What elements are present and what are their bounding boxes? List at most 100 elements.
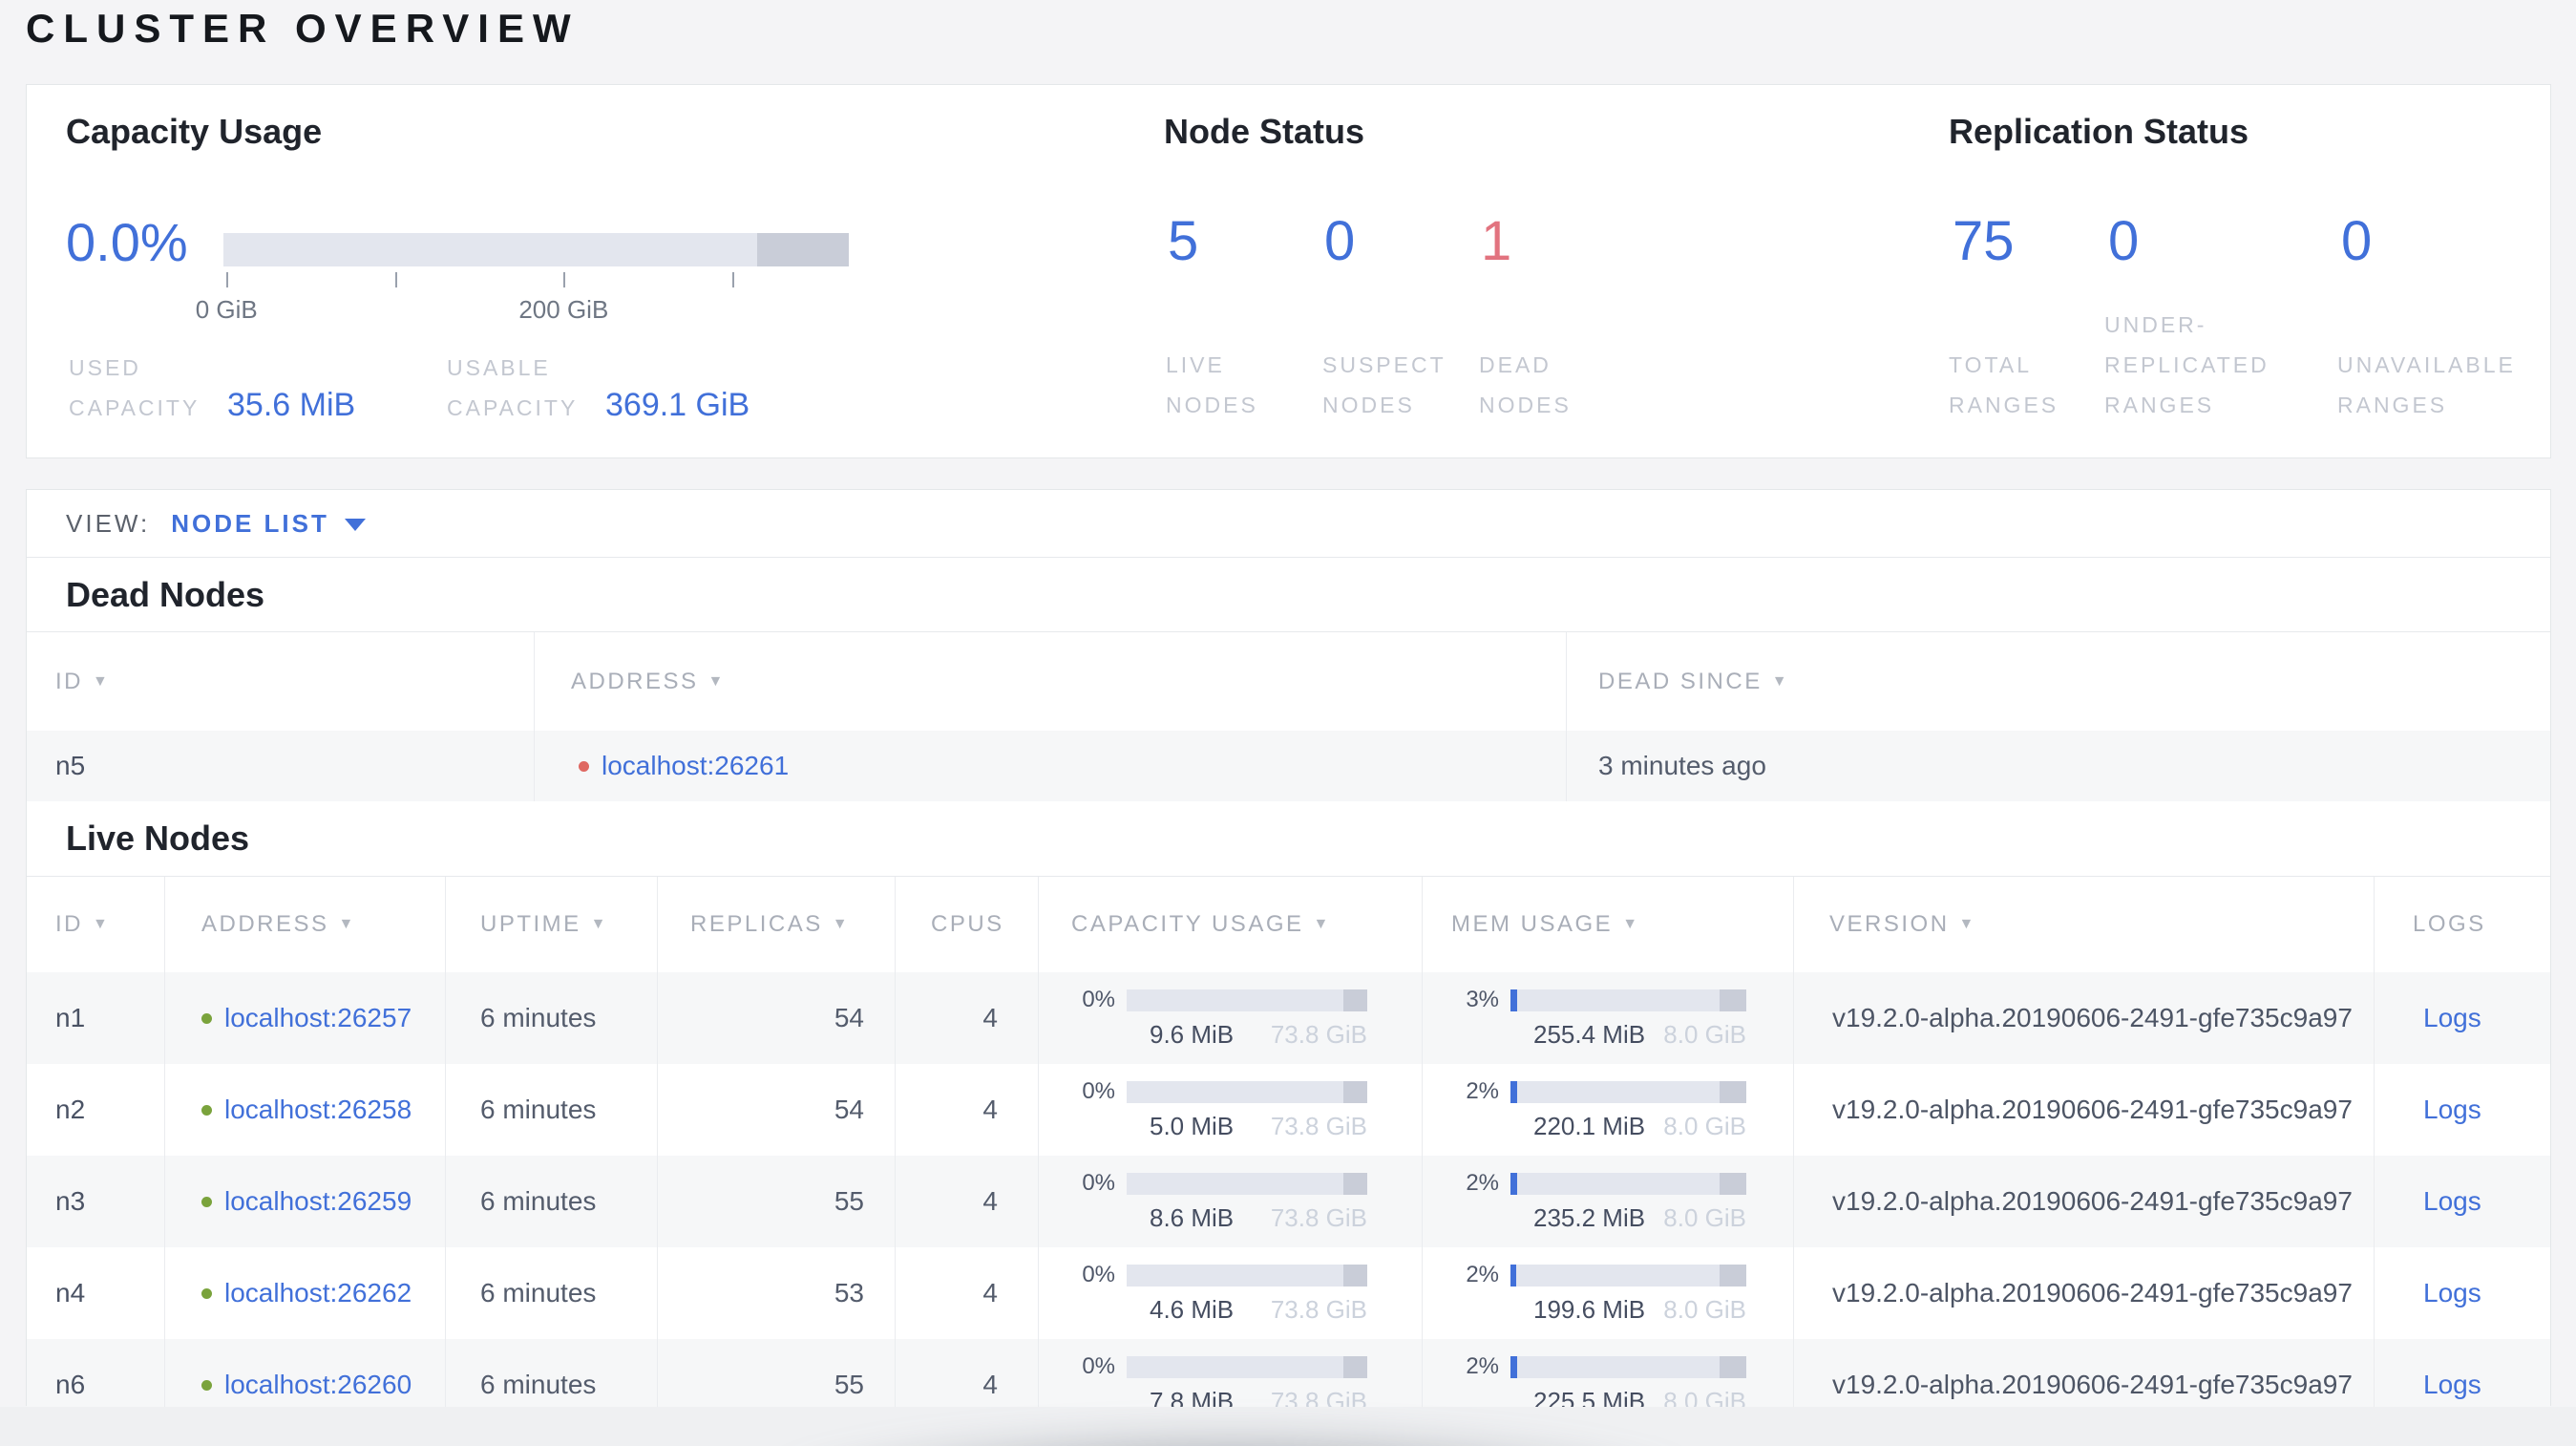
live-node-id: n4 — [27, 1247, 165, 1339]
live-col-version[interactable]: VERSION ▼ — [1794, 877, 2375, 972]
sort-caret-icon: ▼ — [93, 916, 111, 932]
mem-pct: 2% — [1466, 1262, 1499, 1287]
live-nodes-label: LIVE NODES — [1166, 352, 1258, 417]
dead-nodes-label: DEAD NODES — [1479, 352, 1572, 417]
live-node-version: v19.2.0-alpha.20190606-2491-gfe735c9a97 — [1794, 1247, 2375, 1339]
mem-pct: 3% — [1466, 987, 1499, 1012]
used-capacity-stat: USED CAPACITY 35.6 MiB — [69, 355, 355, 428]
capacity-other-segment — [1342, 989, 1367, 1011]
axis-tick — [563, 272, 566, 287]
capacity-used-text: 8.6 MiB — [1150, 1203, 1235, 1232]
live-node-mem-cell: 2% 199.6 MiB 8.0 GiB — [1423, 1247, 1794, 1339]
node-status-labels: LIVE NODES SUSPECT NODES DEAD NODES — [1166, 345, 1636, 425]
capacity-used-text: 9.6 MiB — [1150, 1020, 1235, 1049]
live-node-logs-cell: Logs — [2375, 1064, 2552, 1156]
capacity-total-text: 73.8 GiB — [1270, 1203, 1367, 1232]
live-node-address-link[interactable]: localhost:26258 — [224, 1095, 412, 1125]
page-title: CLUSTER OVERVIEW — [26, 6, 580, 51]
logs-link[interactable]: Logs — [2423, 1278, 2481, 1308]
usable-capacity-stat: USABLE CAPACITY 369.1 GiB — [447, 355, 750, 428]
capacity-cell-bar — [1127, 1172, 1367, 1195]
live-node-address-link[interactable]: localhost:26260 — [224, 1370, 412, 1400]
dead-node-address-link[interactable]: localhost:26261 — [602, 751, 789, 781]
mem-pct: 2% — [1466, 1170, 1499, 1196]
live-col-replicas-label: REPLICAS — [690, 911, 823, 937]
live-node-mem-cell: 2% 220.1 MiB 8.0 GiB — [1423, 1064, 1794, 1156]
axis-tick — [395, 272, 398, 287]
live-node-replicas: 53 — [658, 1247, 896, 1339]
sort-caret-icon: ▼ — [1622, 916, 1640, 932]
live-col-capacity[interactable]: CAPACITY USAGE ▼ — [1039, 877, 1423, 972]
live-col-mem[interactable]: MEM USAGE ▼ — [1423, 877, 1794, 972]
sort-caret-icon: ▼ — [707, 672, 726, 690]
live-node-row: n1 localhost:26257 6 minutes 54 4 0% 9.6… — [27, 972, 2550, 1064]
view-mode-dropdown[interactable]: NODE LIST — [171, 509, 366, 539]
cluster-summary-card: Capacity Usage 0.0% 0 GiB 200 GiB USED C… — [26, 84, 2551, 458]
logs-link[interactable]: Logs — [2423, 1186, 2481, 1217]
logs-link[interactable]: Logs — [2423, 1095, 2481, 1125]
live-node-capacity-cell: 0% 4.6 MiB 73.8 GiB — [1039, 1247, 1423, 1339]
mem-used-segment — [1510, 1264, 1516, 1287]
dead-node-dead-since: 3 minutes ago — [1598, 751, 1766, 780]
live-node-address-link[interactable]: localhost:26262 — [224, 1278, 412, 1308]
live-node-logs-cell: Logs — [2375, 972, 2552, 1064]
capacity-pct: 0% — [1082, 1262, 1115, 1287]
capacity-other-segment — [756, 233, 849, 266]
live-col-logs-label: LOGS — [2413, 911, 2486, 937]
view-label: VIEW: — [66, 508, 151, 538]
sort-caret-icon: ▼ — [832, 916, 851, 932]
logs-link[interactable]: Logs — [2423, 1003, 2481, 1033]
capacity-usage-heading: Capacity Usage — [66, 112, 323, 151]
live-node-cpus: 4 — [896, 1064, 1039, 1156]
mem-pct: 2% — [1466, 1078, 1499, 1104]
mem-other-segment — [1720, 1264, 1746, 1287]
live-node-address-cell: localhost:26259 — [165, 1156, 446, 1247]
capacity-pct: 0% — [1082, 1078, 1115, 1104]
capacity-total-text: 73.8 GiB — [1270, 1020, 1367, 1049]
capacity-pct: 0% — [1082, 1353, 1115, 1379]
live-node-version: v19.2.0-alpha.20190606-2491-gfe735c9a97 — [1794, 972, 2375, 1064]
capacity-cell-bar — [1127, 1355, 1367, 1378]
view-bar: VIEW: NODE LIST — [27, 490, 2550, 558]
live-nodes-table-header: ID ▼ ADDRESS ▼ UPTIME ▼ REPLICAS ▼ CPUS … — [27, 876, 2550, 972]
live-node-capacity-cell: 0% 9.6 MiB 73.8 GiB — [1039, 972, 1423, 1064]
usable-capacity-label: USABLE CAPACITY — [447, 355, 579, 420]
live-col-address[interactable]: ADDRESS ▼ — [165, 877, 446, 972]
capacity-other-segment — [1342, 1264, 1367, 1287]
dead-col-address[interactable]: ADDRESS ▼ — [535, 632, 1567, 731]
live-col-id-label: ID — [55, 911, 83, 937]
mem-used-segment — [1510, 1355, 1517, 1378]
dead-nodes-count: 1 — [1481, 210, 1512, 272]
live-col-id[interactable]: ID ▼ — [27, 877, 165, 972]
replication-status-heading: Replication Status — [1949, 112, 2249, 151]
live-node-address-link[interactable]: localhost:26259 — [224, 1186, 412, 1217]
live-node-replicas: 54 — [658, 1064, 896, 1156]
axis-tick-label: 0 GiB — [195, 295, 258, 324]
live-node-uptime: 6 minutes — [446, 1156, 658, 1247]
live-node-id: n2 — [27, 1064, 165, 1156]
live-col-uptime[interactable]: UPTIME ▼ — [446, 877, 658, 972]
live-status-dot-icon — [201, 1012, 212, 1024]
live-node-replicas: 54 — [658, 972, 896, 1064]
live-node-address-link[interactable]: localhost:26257 — [224, 1003, 412, 1033]
live-col-replicas[interactable]: REPLICAS ▼ — [658, 877, 896, 972]
mem-cell-bar — [1510, 1172, 1746, 1195]
capacity-other-segment — [1342, 1080, 1367, 1103]
live-col-cpus-label: CPUS — [931, 911, 1004, 937]
mem-used-text: 255.4 MiB — [1533, 1020, 1646, 1049]
logs-link[interactable]: Logs — [2423, 1370, 2481, 1400]
dead-col-id[interactable]: ID ▼ — [27, 632, 535, 731]
live-node-mem-cell: 3% 255.4 MiB 8.0 GiB — [1423, 972, 1794, 1064]
mem-total-text: 8.0 GiB — [1663, 1020, 1746, 1049]
capacity-used-text: 5.0 MiB — [1150, 1112, 1235, 1140]
live-node-logs-cell: Logs — [2375, 1247, 2552, 1339]
live-nodes-table-body: n1 localhost:26257 6 minutes 54 4 0% 9.6… — [27, 972, 2550, 1431]
mem-pct: 2% — [1466, 1353, 1499, 1379]
live-node-id: n3 — [27, 1156, 165, 1247]
live-col-cpus[interactable]: CPUS — [896, 877, 1039, 972]
live-status-dot-icon — [201, 1104, 212, 1116]
mem-used-text: 199.6 MiB — [1533, 1295, 1646, 1324]
dead-col-dead-since[interactable]: DEAD SINCE ▼ — [1567, 632, 2552, 731]
live-node-cpus: 4 — [896, 1156, 1039, 1247]
unavailable-count: 0 — [2341, 210, 2373, 272]
